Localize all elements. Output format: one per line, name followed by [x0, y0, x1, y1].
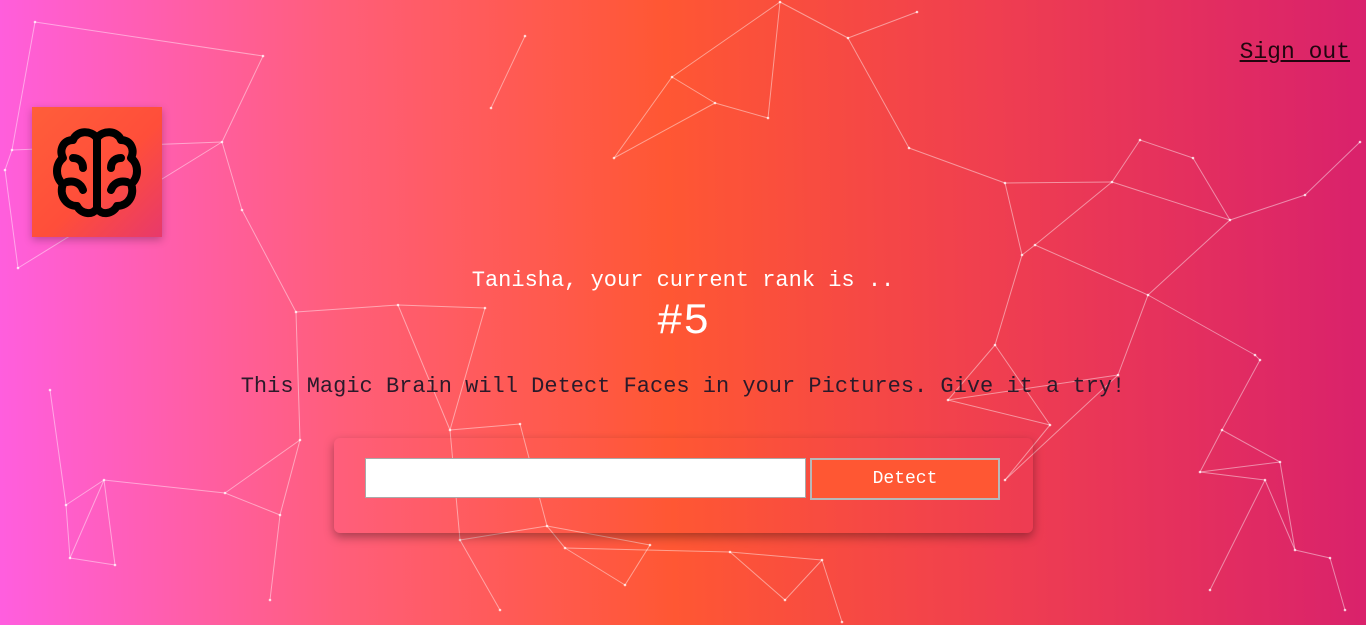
brain-icon [53, 128, 141, 217]
image-url-input[interactable] [365, 458, 806, 498]
detect-button[interactable]: Detect [810, 458, 1000, 500]
tagline: This Magic Brain will Detect Faces in yo… [240, 374, 1126, 399]
rank-value: #5 [656, 297, 710, 347]
sign-out-link[interactable]: Sign out [1240, 39, 1350, 65]
logo-tile [32, 107, 162, 237]
rank-message: Tanisha, your current rank is .. [471, 268, 895, 293]
